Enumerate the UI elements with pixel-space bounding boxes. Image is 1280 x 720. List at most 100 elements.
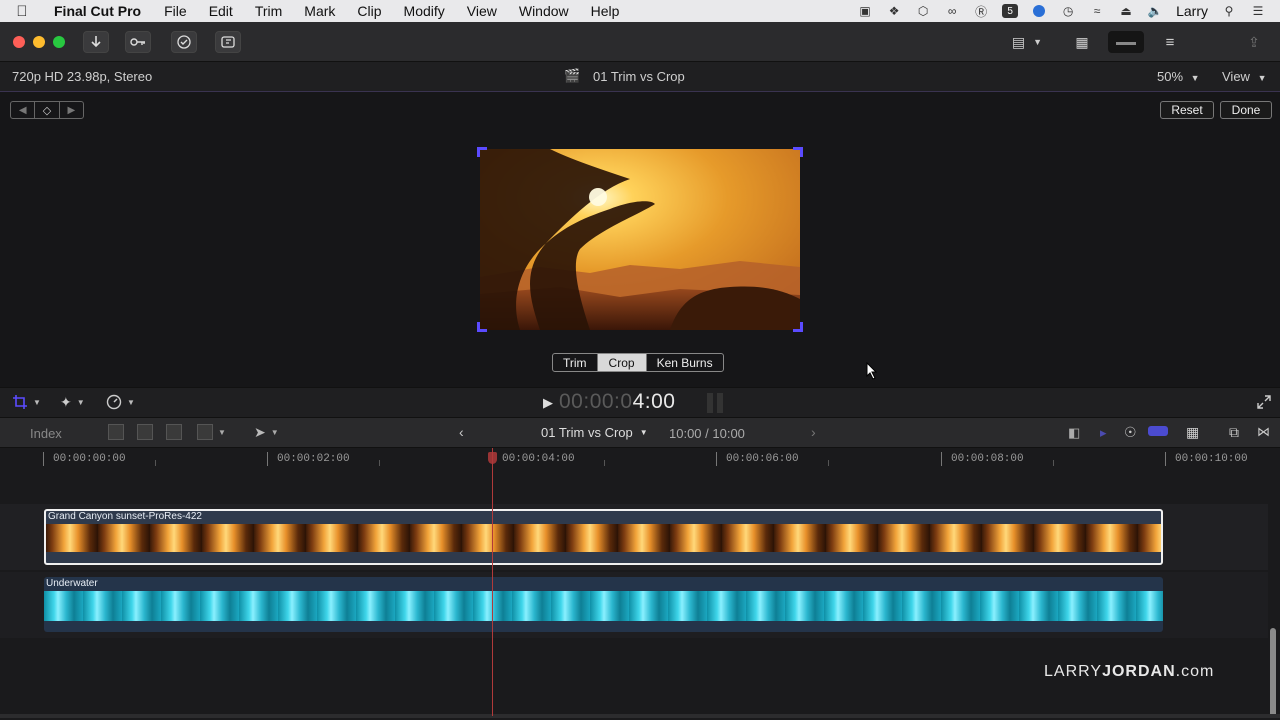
timeline-ruler[interactable]: 00:00:00:00 00:00:02:00 00:00:04:00 00:0… — [0, 448, 1280, 470]
skimming-icon[interactable]: ◧ — [1068, 425, 1080, 441]
chevron-down-icon: ▼ — [76, 398, 85, 407]
view-menu[interactable]: View ▼ — [1222, 69, 1267, 84]
inspector-toggle-button[interactable]: ≡ — [1156, 31, 1184, 53]
overwrite-clip-menu[interactable]: ▼ — [197, 424, 226, 440]
five-icon[interactable]: 5 — [1002, 4, 1019, 18]
tool-menu[interactable]: ➤ ▼ — [254, 424, 279, 441]
reset-button[interactable]: Reset — [1160, 101, 1214, 119]
ruler-tick-line — [941, 452, 942, 466]
menu-trim[interactable]: Trim — [244, 3, 293, 19]
transitions-browser-icon[interactable]: ⋈ — [1257, 424, 1270, 440]
zoom-menu[interactable]: 50% ▼ — [1157, 69, 1200, 84]
crop-mode-button[interactable]: Crop — [597, 354, 647, 371]
next-keyframe-button[interactable]: ▶ — [60, 102, 83, 118]
underwater-clip-filmstrip — [44, 591, 1163, 621]
ken-burns-mode-button[interactable]: Ken Burns — [647, 354, 723, 371]
sunset-clip-name: Grand Canyon sunset-ProRes-422 — [48, 511, 202, 522]
import-button[interactable] — [83, 31, 109, 53]
menu-file[interactable]: File — [153, 3, 198, 19]
connected-device-button[interactable] — [215, 31, 241, 53]
menu-edit[interactable]: Edit — [198, 3, 244, 19]
enhancements-menu[interactable]: ✦ ▼ — [60, 394, 85, 411]
magic-wand-icon: ✦ — [60, 394, 72, 410]
menu-window[interactable]: Window — [508, 3, 580, 19]
playhead-handle[interactable] — [488, 452, 497, 464]
crop-transform-menu[interactable]: ▼ — [12, 394, 41, 410]
app-name-menu[interactable]: Final Cut Pro — [44, 3, 153, 19]
index-button[interactable]: Index — [30, 426, 62, 441]
done-button[interactable]: Done — [1220, 101, 1272, 119]
timeline[interactable]: 00:00:00:00 00:00:02:00 00:00:04:00 00:0… — [0, 448, 1280, 720]
previous-keyframe-button[interactable]: ◀ — [11, 102, 36, 118]
crop-handle-top-right[interactable] — [793, 147, 803, 157]
video-frame — [480, 149, 800, 330]
checkmark-circle-icon — [177, 35, 191, 49]
close-window-button[interactable] — [13, 36, 25, 48]
menu-help[interactable]: Help — [580, 3, 631, 19]
ruler-tick: 00:00:00:00 — [53, 453, 126, 465]
vertical-scrollbar[interactable] — [1270, 628, 1276, 718]
snapping-icon[interactable]: ▸ — [1100, 425, 1107, 441]
arrow-pointer-icon: ➤ — [254, 424, 266, 440]
zoom-window-button[interactable] — [53, 36, 65, 48]
timeline-back-button[interactable]: ‹ — [459, 424, 464, 440]
creative-cloud-icon[interactable]: ∞ — [944, 4, 960, 18]
clip-appearance-icon[interactable]: ▦ — [1186, 424, 1199, 441]
ruler-tick-line — [604, 460, 605, 466]
crop-handle-bottom-right[interactable] — [793, 322, 803, 332]
horizontal-scrollbar[interactable] — [0, 714, 1280, 718]
volume-icon[interactable]: 🔈 — [1147, 4, 1163, 18]
retime-menu[interactable]: ▼ — [106, 394, 135, 410]
sunset-clip[interactable]: Grand Canyon sunset-ProRes-422 — [44, 509, 1163, 565]
menubar:  Final Cut Pro File Edit Trim Mark Clip… — [0, 0, 1280, 22]
wifi-icon[interactable]: ≈ — [1089, 4, 1105, 18]
playhead[interactable] — [492, 448, 493, 716]
underwater-clip-name: Underwater — [46, 578, 98, 589]
minimize-window-button[interactable] — [33, 36, 45, 48]
add-keyframe-button[interactable]: ◇ — [35, 102, 60, 118]
append-clip-icon[interactable] — [166, 424, 182, 440]
menu-mark[interactable]: Mark — [293, 3, 346, 19]
viewer: ◀ ◇ ▶ Trim Crop Ken Burns — [0, 92, 1280, 387]
eject-icon[interactable]: ⏏ — [1118, 4, 1134, 18]
download-arrow-icon — [91, 36, 101, 48]
trim-mode-button[interactable]: Trim — [553, 354, 598, 371]
spotlight-search-icon[interactable]: ⚲ — [1221, 4, 1237, 18]
browser-toggle-button[interactable]: ▦ — [1068, 31, 1096, 53]
menu-clip[interactable]: Clip — [346, 3, 392, 19]
timecode-display[interactable]: 00:00:04:00 — [559, 390, 675, 414]
background-tasks-button[interactable] — [171, 31, 197, 53]
ruler-tick-line — [43, 452, 44, 466]
chevron-down-icon: ▼ — [127, 397, 135, 407]
connect-clip-icon[interactable] — [108, 424, 124, 440]
menu-modify[interactable]: Modify — [393, 3, 456, 19]
timeline-forward-button[interactable]: › — [811, 424, 816, 440]
dropbox-icon[interactable]: ❖ — [886, 4, 902, 18]
notification-center-icon[interactable]: ☰ — [1250, 4, 1266, 18]
play-button[interactable]: ▶ — [543, 395, 553, 411]
onepassword-icon[interactable]: Ⓡ — [973, 4, 989, 19]
project-menu[interactable]: 01 Trim vs Crop ▼ — [541, 425, 648, 440]
watermark: LARRYJORDAN.com — [1044, 663, 1214, 681]
keywords-button[interactable] — [125, 31, 151, 53]
share-button[interactable]: ⇪ — [1242, 31, 1266, 53]
user-name[interactable]: Larry — [1176, 3, 1208, 19]
solo-icon[interactable] — [1148, 426, 1168, 436]
crop-handle-top-left[interactable] — [477, 147, 487, 157]
ruler-tick-line — [1053, 460, 1054, 466]
timeline-toggle-button[interactable]: ▬▬ — [1108, 31, 1144, 53]
menu-view[interactable]: View — [456, 3, 508, 19]
speedometer-icon — [106, 394, 122, 410]
audio-skimming-icon[interactable]: ☉ — [1124, 424, 1137, 441]
blue-dot-icon[interactable] — [1031, 4, 1047, 18]
underwater-clip[interactable]: Underwater — [44, 577, 1163, 632]
fullscreen-icon[interactable] — [1257, 395, 1271, 409]
workspace-menu-button[interactable]: ▤ ▼ — [1002, 31, 1052, 53]
effects-browser-icon[interactable]: ⧉ — [1229, 424, 1239, 441]
box-icon[interactable]: ⬡ — [915, 4, 931, 18]
apple-icon[interactable]:  — [0, 3, 44, 20]
camera-icon[interactable]: ▣ — [857, 4, 873, 18]
insert-clip-icon[interactable] — [137, 424, 153, 440]
crop-handle-bottom-left[interactable] — [477, 322, 487, 332]
time-machine-icon[interactable]: ◷ — [1060, 4, 1076, 18]
